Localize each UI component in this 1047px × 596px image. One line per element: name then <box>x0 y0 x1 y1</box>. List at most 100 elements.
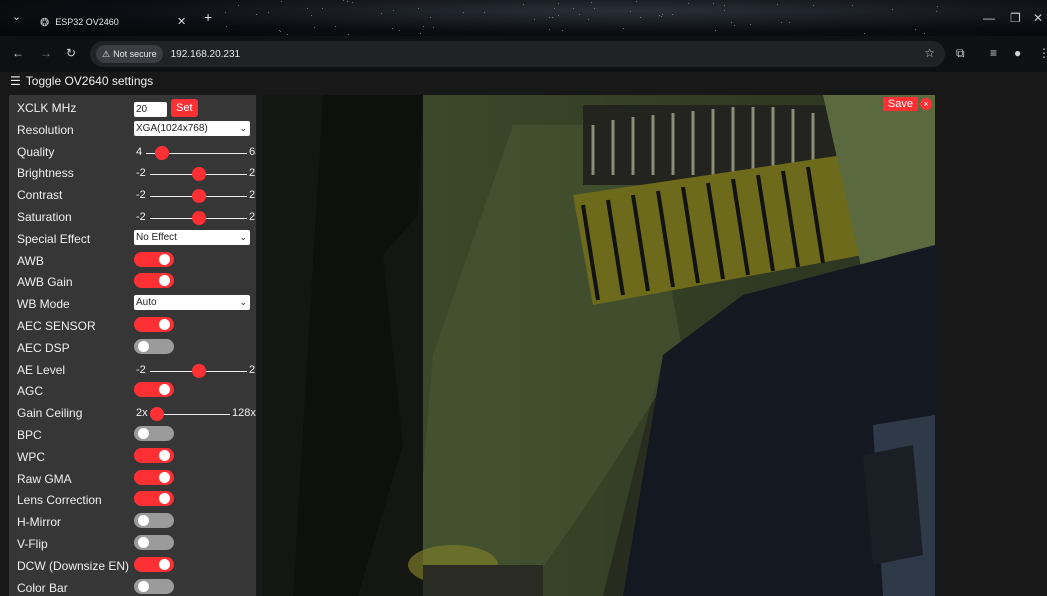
wb-mode-select[interactable]: Auto ⌄ <box>134 295 250 311</box>
slider-thumb[interactable] <box>191 167 206 182</box>
background-star <box>313 26 315 28</box>
browser-tab[interactable]: ❂ ESP32 OV2460 ✕ <box>32 8 204 36</box>
select-value: XGA(1024x768) <box>136 122 208 134</box>
minimize-icon[interactable]: — <box>983 11 995 25</box>
h-mirror-toggle[interactable] <box>134 513 174 529</box>
restore-icon[interactable]: ❐ <box>1010 11 1021 25</box>
media-icon[interactable]: ≡ <box>990 46 997 60</box>
save-button[interactable]: Save <box>882 97 918 111</box>
address-bar[interactable]: ⚠ Not secure 192.168.20.231 ☆ <box>90 41 945 67</box>
background-star <box>335 26 337 28</box>
security-chip[interactable]: ⚠ Not secure <box>96 45 163 63</box>
toggle-settings[interactable]: ☰ Toggle OV2640 settings <box>10 74 153 88</box>
aec-dsp-toggle[interactable] <box>134 338 174 354</box>
background-star <box>548 16 550 18</box>
bookmark-star-icon[interactable]: ☆ <box>924 46 935 60</box>
setting-control <box>134 426 174 441</box>
slider-thumb[interactable] <box>191 363 206 378</box>
awb-toggle[interactable] <box>134 251 174 267</box>
background-star <box>558 14 560 16</box>
toggle-knob <box>159 558 170 570</box>
slider-thumb[interactable] <box>191 211 206 225</box>
tab-close-icon[interactable]: ✕ <box>177 15 186 28</box>
background-star <box>483 11 485 13</box>
brightness-slider[interactable]: -2 2 <box>134 166 256 182</box>
bpc-toggle[interactable] <box>134 426 174 441</box>
slider-thumb[interactable] <box>191 189 206 204</box>
close-stream-icon[interactable]: × <box>920 98 932 110</box>
setting-row-aec-dsp: AEC DSP <box>9 337 256 359</box>
tab-dropdown-icon[interactable]: ⌄ <box>12 10 21 23</box>
slider-thumb[interactable] <box>154 145 169 160</box>
background-star <box>730 21 732 23</box>
back-icon[interactable]: ← <box>12 46 24 60</box>
awb-gain-toggle[interactable] <box>134 273 174 289</box>
setting-label: XCLK MHz <box>17 101 77 115</box>
quality-slider[interactable]: 4 63 <box>134 145 256 161</box>
set-button[interactable]: Set <box>171 99 198 117</box>
forward-icon[interactable]: → <box>40 46 52 60</box>
raw-gma-toggle[interactable] <box>134 469 174 485</box>
toggle-knob <box>159 275 170 287</box>
slider-min: -2 <box>136 189 146 202</box>
setting-row-lens-correction: Lens Correction <box>9 489 256 511</box>
agc-toggle[interactable] <box>134 382 174 398</box>
dcw-downsize-en-toggle[interactable] <box>134 556 174 572</box>
background-star <box>310 15 312 17</box>
slider-thumb[interactable] <box>150 407 164 422</box>
background-star <box>268 12 270 14</box>
toggle-knob <box>138 515 149 527</box>
setting-control <box>134 513 174 529</box>
lens-correction-toggle[interactable] <box>134 491 174 507</box>
background-star <box>789 22 791 24</box>
setting-row-brightness: Brightness -2 2 <box>9 162 256 184</box>
select-value: Auto <box>136 297 157 309</box>
background-star <box>578 14 580 16</box>
profile-icon[interactable]: ● <box>1014 46 1021 60</box>
new-tab-icon[interactable]: + <box>204 9 212 25</box>
v-flip-toggle[interactable] <box>134 535 174 550</box>
setting-label: WPC <box>17 449 45 464</box>
tab-title: ESP32 OV2460 <box>55 17 119 27</box>
toggle-knob <box>159 319 170 330</box>
background-star <box>287 33 289 35</box>
slider-max: 63 <box>249 145 256 158</box>
setting-label: DCW (Downsize EN) <box>17 558 130 573</box>
saturation-slider[interactable]: -2 2 <box>134 210 256 226</box>
setting-label: Resolution <box>17 122 74 137</box>
setting-label: Contrast <box>17 188 63 203</box>
color-bar-toggle[interactable] <box>134 578 174 594</box>
background-star <box>713 2 715 4</box>
background-star <box>347 33 349 35</box>
setting-row-raw-gma: Raw GMA <box>9 468 256 490</box>
setting-control <box>134 317 174 332</box>
slider-min: -2 <box>136 167 146 180</box>
background-star <box>660 15 662 17</box>
wpc-toggle[interactable] <box>134 447 174 463</box>
reload-icon[interactable]: ↻ <box>66 46 76 60</box>
window-close-icon[interactable]: ✕ <box>1033 11 1043 25</box>
background-star <box>723 9 725 11</box>
url-text[interactable]: 192.168.20.231 <box>171 49 241 60</box>
background-star <box>915 29 917 31</box>
tab-strip: ⌄ ❂ ESP32 OV2460 ✕ + — ❐ ✕ <box>0 0 1047 36</box>
slider-max: 2 <box>249 363 256 376</box>
browser-toolbar: ← → ↻ ⚠ Not secure 192.168.20.231 ☆ ⧉ ≡ … <box>0 36 1047 72</box>
setting-control <box>134 273 174 289</box>
contrast-slider[interactable]: -2 2 <box>134 188 256 204</box>
ae-level-slider[interactable]: -2 2 <box>134 363 256 379</box>
select-value: No Effect <box>136 231 177 243</box>
setting-row-agc: AGC <box>9 380 256 402</box>
setting-row-saturation: Saturation -2 2 <box>9 206 256 228</box>
toggle-knob <box>138 537 149 548</box>
resolution-select[interactable]: XGA(1024x768) ⌄ <box>134 120 250 136</box>
menu-icon[interactable]: ⋮ <box>1038 46 1047 60</box>
xclk-mhz-input[interactable] <box>134 102 167 117</box>
extensions-icon[interactable]: ⧉ <box>956 46 965 61</box>
special-effect-select[interactable]: No Effect ⌄ <box>134 229 250 245</box>
aec-sensor-toggle[interactable] <box>134 317 174 332</box>
gain-ceiling-slider[interactable]: 2x 128x <box>134 406 256 422</box>
setting-control <box>134 338 174 354</box>
background-star <box>549 28 551 30</box>
toggle-knob <box>138 428 149 439</box>
